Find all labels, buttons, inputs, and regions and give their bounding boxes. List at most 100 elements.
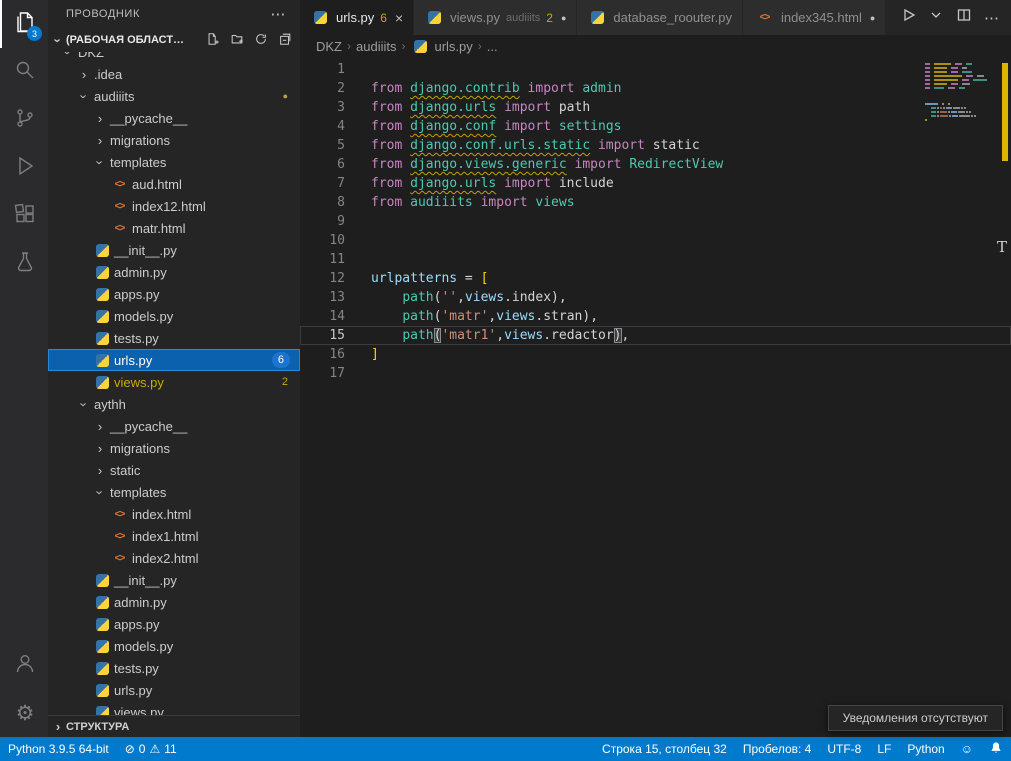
tree-item-index2.html[interactable]: <>index2.html	[48, 547, 300, 569]
activity-settings-button[interactable]: ⚙	[0, 689, 48, 737]
tree-item-migrations[interactable]: ›migrations	[48, 437, 300, 459]
code-text: path('',views.index),	[371, 288, 567, 307]
line-number: 16	[300, 345, 345, 364]
split-icon	[956, 7, 972, 28]
status-label: UTF-8	[827, 742, 861, 756]
new-file-icon	[206, 32, 220, 49]
status-feedback[interactable]: ☺	[953, 737, 981, 761]
html-file-icon: <>	[112, 221, 127, 235]
more-actions-icon[interactable]: ⋯	[984, 9, 999, 27]
tree-item-.idea[interactable]: ›.idea	[48, 63, 300, 85]
tree-item-apps.py[interactable]: apps.py	[48, 283, 300, 305]
status-eol[interactable]: LF	[869, 737, 899, 761]
status-cursor-position[interactable]: Строка 15, столбец 32	[594, 737, 735, 761]
tree-item-models.py[interactable]: models.py	[48, 305, 300, 327]
minimap-line	[925, 111, 997, 114]
tree-item-tests.py[interactable]: tests.py	[48, 657, 300, 679]
code-line-15: 15 path('matr1',views.redactor),	[300, 326, 1011, 345]
tree-item-aythh[interactable]: ›aythh	[48, 393, 300, 415]
sidebar-header: ПРОВОДНИК ⋯	[48, 0, 300, 28]
tab-urls.py[interactable]: urls.py6×	[300, 0, 414, 35]
tree-item-__init__.py[interactable]: __init__.py	[48, 569, 300, 591]
tree-item-tests.py[interactable]: tests.py	[48, 327, 300, 349]
breadcrumb-label: ...	[487, 39, 498, 54]
activity-bar-bottom: ⚙	[0, 641, 48, 737]
tree-item-matr.html[interactable]: <>matr.html	[48, 217, 300, 239]
new-file-button[interactable]	[204, 31, 222, 49]
activity-source-control-button[interactable]	[0, 96, 48, 144]
workspace-section-header[interactable]: › (РАБОЧАЯ ОБЛАСТЬ) ...	[48, 28, 300, 52]
tree-item-index.html[interactable]: <>index.html	[48, 503, 300, 525]
tree-item-audiiits[interactable]: ›audiiits●	[48, 85, 300, 107]
line-number: 10	[300, 231, 345, 250]
status-problems[interactable]: ⊘0⚠11	[117, 737, 185, 761]
tree-item-label: urls.py	[114, 353, 152, 368]
modified-dot-icon[interactable]: ●	[561, 13, 566, 23]
modified-dot-icon[interactable]: ●	[870, 13, 875, 23]
tree-item-DKZ[interactable]: ›DKZ	[48, 52, 300, 63]
tree-item-views.py[interactable]: views.py2	[48, 371, 300, 393]
status-language[interactable]: Python	[899, 737, 952, 761]
activity-account-button[interactable]	[0, 641, 48, 689]
more-actions-icon[interactable]: ⋯	[270, 5, 286, 23]
tree-item-aud.html[interactable]: <>aud.html	[48, 173, 300, 195]
minimap-line	[925, 95, 997, 98]
code-line-12: 12urlpatterns = [	[300, 269, 1011, 288]
notification-toast[interactable]: Уведомления отсутствуют	[828, 705, 1003, 731]
tree-item-migrations[interactable]: ›migrations	[48, 129, 300, 151]
run-button[interactable]	[900, 7, 916, 28]
tree-item-templates[interactable]: ›templates	[48, 481, 300, 503]
breadcrumb-item-audiiits[interactable]: audiiits	[356, 39, 396, 54]
python-file-icon	[414, 40, 427, 53]
refresh-button[interactable]	[252, 31, 270, 49]
activity-testing-button[interactable]	[0, 240, 48, 288]
outline-section-header[interactable]: › СТРУКТУРА	[48, 715, 300, 737]
activity-search-button[interactable]	[0, 48, 48, 96]
tree-item-__init__.py[interactable]: __init__.py	[48, 239, 300, 261]
line-number: 12	[300, 269, 345, 288]
tree-item-index1.html[interactable]: <>index1.html	[48, 525, 300, 547]
html-file-icon: <>	[112, 199, 127, 213]
tab-index345.html[interactable]: <>index345.html●	[743, 0, 886, 35]
status-indentation[interactable]: Пробелов: 4	[735, 737, 820, 761]
tree-item-label: index2.html	[132, 551, 198, 566]
code-line-7: 7from django.urls import include	[300, 174, 1011, 193]
editor[interactable]: 12from django.contrib import admin3from …	[300, 57, 1011, 737]
split-editor-button[interactable]	[956, 7, 972, 28]
run-dropdown[interactable]	[928, 7, 944, 28]
tree-item-urls.py[interactable]: urls.py6	[48, 349, 300, 371]
tree-item-apps.py[interactable]: apps.py	[48, 613, 300, 635]
tree-item-index12.html[interactable]: <> index12.html	[48, 195, 300, 217]
activity-explorer-button[interactable]: 3	[0, 0, 48, 48]
tree-item-__pycache__[interactable]: ›__pycache__	[48, 415, 300, 437]
overview-ruler[interactable]: T	[999, 57, 1011, 737]
tree-item-admin.py[interactable]: admin.py	[48, 261, 300, 283]
chevron-right-icon: ›	[92, 463, 108, 478]
breadcrumb-item-DKZ[interactable]: DKZ	[316, 39, 342, 54]
new-folder-button[interactable]	[228, 31, 246, 49]
tree-item-static[interactable]: ›static	[48, 459, 300, 481]
activity-extensions-button[interactable]	[0, 192, 48, 240]
activity-badge: 3	[27, 26, 42, 41]
tree-item-admin.py[interactable]: admin.py	[48, 591, 300, 613]
status-python-version[interactable]: Python 3.9.5 64-bit	[0, 737, 117, 761]
activity-run-debug-button[interactable]	[0, 144, 48, 192]
breadcrumb-separator: ›	[476, 39, 484, 53]
tree-item-label: models.py	[114, 309, 173, 324]
tab-views.py[interactable]: views.pyaudiiits2●	[414, 0, 577, 35]
tree-item-__pycache__[interactable]: ›__pycache__	[48, 107, 300, 129]
tree-item-urls.py[interactable]: urls.py	[48, 679, 300, 701]
collapse-all-button[interactable]	[276, 31, 294, 49]
status-notifications-bell[interactable]	[981, 737, 1011, 761]
breadcrumb-item-urls.py[interactable]: urls.py	[410, 39, 472, 54]
tab-database_roouter.py[interactable]: database_roouter.py	[577, 0, 743, 35]
close-icon[interactable]: ×	[395, 10, 403, 26]
breadcrumb-item-...[interactable]: ...	[487, 39, 498, 54]
tree-item-views.py[interactable]: views.py	[48, 701, 300, 715]
tree-item-label: index12.html	[132, 199, 206, 214]
tree-item-templates[interactable]: ›templates	[48, 151, 300, 173]
python-file-icon	[96, 354, 109, 367]
status-encoding[interactable]: UTF-8	[819, 737, 869, 761]
minimap[interactable]	[925, 59, 997, 127]
tree-item-models.py[interactable]: models.py	[48, 635, 300, 657]
